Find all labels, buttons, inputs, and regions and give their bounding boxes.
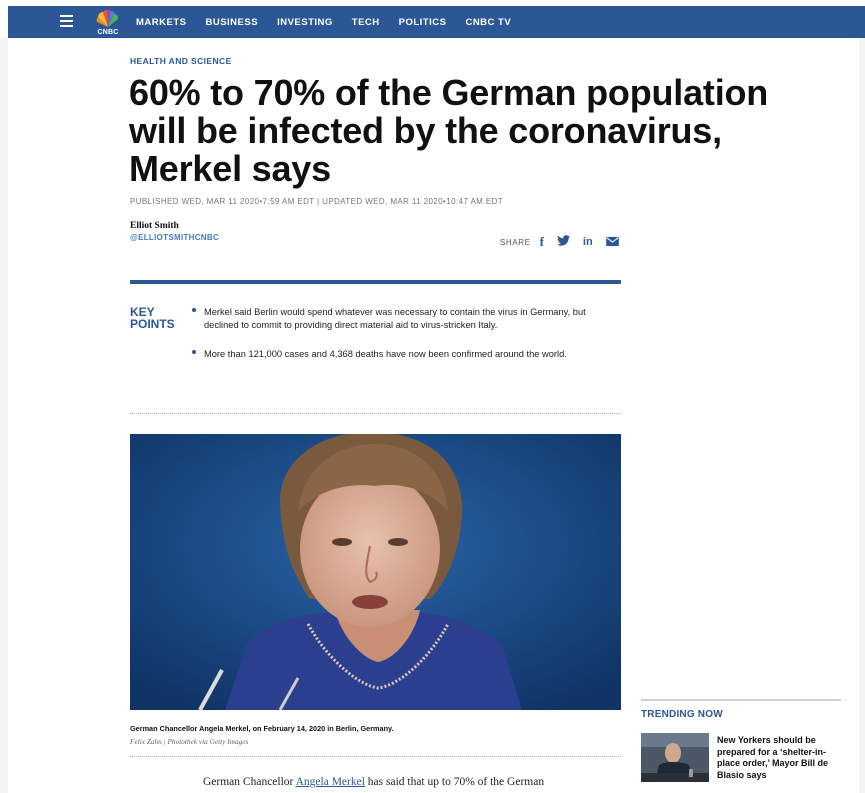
page-left-margin: [0, 38, 8, 793]
trending-title: TRENDING NOW: [641, 709, 723, 720]
key-points-top-rule: [130, 280, 621, 284]
page-right-margin: [859, 38, 865, 793]
trending-rule: [641, 699, 841, 701]
nav-item-tech[interactable]: TECH: [352, 17, 380, 28]
nav-item-investing[interactable]: INVESTING: [277, 17, 333, 28]
article-photo[interactable]: [130, 434, 621, 710]
caption-divider: [130, 756, 621, 757]
section-kicker[interactable]: HEALTH AND SCIENCE: [130, 56, 232, 66]
angela-merkel-link[interactable]: Angela Merkel: [296, 776, 365, 788]
cnbc-logo[interactable]: CNBC: [94, 9, 122, 36]
photo-credit: Felix Zahn | Photothek via Getty Images: [130, 737, 249, 746]
nav-items: MARKETS BUSINESS INVESTING TECH POLITICS…: [136, 6, 530, 38]
nav-item-markets[interactable]: MARKETS: [136, 17, 186, 28]
key-point-item: More than 121,000 cases and 4,368 deaths…: [191, 348, 601, 361]
author-handle[interactable]: @ELLIOTSMITHCNBC: [130, 233, 219, 242]
top-nav: CNBC MARKETS BUSINESS INVESTING TECH POL…: [8, 6, 865, 38]
author-name[interactable]: Elliot Smith: [130, 221, 179, 231]
nav-item-business[interactable]: BUSINESS: [205, 17, 258, 28]
email-icon[interactable]: [605, 233, 619, 251]
body-text-after-link: has said that up to 70% of the German: [364, 776, 545, 788]
key-points-divider: [130, 413, 621, 414]
logo-text: CNBC: [97, 29, 119, 36]
share-bar: SHARE f in: [500, 233, 632, 251]
share-label: SHARE: [500, 237, 531, 247]
article-body-first-line: German Chancellor Angela Merkel has said…: [203, 776, 544, 788]
nav-item-politics[interactable]: POLITICS: [399, 17, 447, 28]
linkedin-icon[interactable]: in: [583, 236, 593, 248]
trending-item-headline[interactable]: New Yorkers should be prepared for a ‘sh…: [717, 735, 835, 781]
twitter-icon[interactable]: [556, 233, 570, 251]
key-points-label: KEY POINTS: [130, 306, 182, 330]
photo-caption: German Chancellor Angela Merkel, on Febr…: [130, 724, 394, 733]
key-points-list: Merkel said Berlin would spend whatever …: [191, 306, 601, 376]
trending-thumbnail[interactable]: [641, 733, 709, 782]
peacock-icon: [96, 9, 119, 27]
key-point-item: Merkel said Berlin would spend whatever …: [191, 306, 601, 333]
key-points-label-text: KEY POINTS: [130, 305, 175, 331]
article-headline: 60% to 70% of the German population will…: [129, 72, 769, 189]
facebook-icon[interactable]: f: [540, 234, 544, 250]
page: CNBC MARKETS BUSINESS INVESTING TECH POL…: [0, 0, 865, 793]
body-text-before-link: German Chancellor: [203, 776, 296, 788]
hamburger-menu-icon[interactable]: [60, 15, 73, 27]
publish-dates: PUBLISHED WED, MAR 11 2020•7:59 AM EDT |…: [130, 197, 504, 206]
nav-item-cnbc-tv[interactable]: CNBC TV: [465, 17, 511, 28]
